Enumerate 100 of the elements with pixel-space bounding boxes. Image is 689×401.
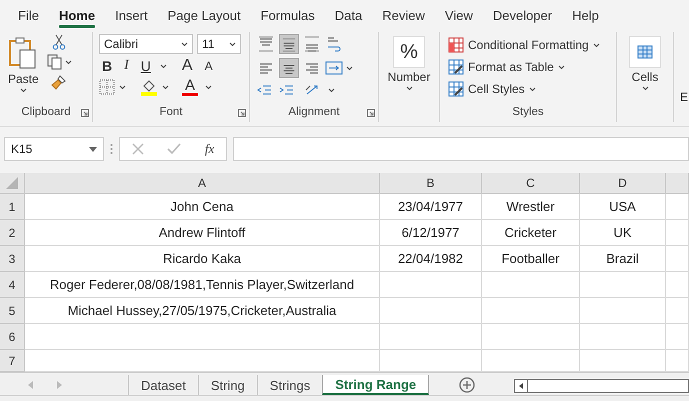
vertical-align-button[interactable] [256,34,276,54]
row-header[interactable]: 3 [0,246,25,272]
table-cell: Andrew Flintoff [25,220,380,246]
ribbon-tab[interactable]: Insert [105,0,158,30]
table-cell [666,298,689,324]
shrink-font-button[interactable]: A [202,59,216,73]
column-header[interactable]: A [25,173,380,194]
table-cell: Ricardo Kaka [25,246,380,272]
group-label: Clipboard [20,106,72,120]
ribbon-tab[interactable]: View [434,0,483,30]
row-header[interactable]: 5 [0,298,25,324]
align-lines-icon [304,36,320,52]
font-name-dropdown[interactable]: Calibri [99,34,193,54]
column-header[interactable]: B [380,173,482,194]
grip-icon [110,143,113,155]
caret-icon [592,42,600,48]
checkmark-icon[interactable] [167,143,182,155]
copy-icon[interactable] [46,54,63,70]
table-cell: Brazil [580,246,666,272]
ribbon-tab[interactable]: File [8,0,49,30]
scissors-icon[interactable] [52,34,66,50]
horizontal-align-button[interactable] [279,58,299,78]
conditional-format-icon [448,37,464,53]
table-cell [666,194,689,220]
row-header[interactable]: 4 [0,272,25,298]
ribbon-tab[interactable]: Formulas [250,0,325,30]
ribbon-tab[interactable]: Developer [482,0,562,30]
dialog-launcher-icon[interactable] [81,109,89,117]
caret-icon [160,64,167,68]
grow-font-button[interactable]: A [178,59,196,73]
clipboard-icon [8,36,38,70]
italic-button[interactable]: I [121,59,132,73]
vertical-align-button[interactable] [279,34,299,54]
sheet-tab[interactable]: String Range [322,375,430,395]
table-format-icon [448,59,464,75]
formula-input[interactable] [233,137,689,161]
caret-icon [528,86,536,92]
cells-icon [636,43,654,61]
caret-icon [181,42,188,46]
caret-icon [119,84,126,90]
table-cell: UK [580,220,666,246]
bold-button[interactable]: B [99,59,116,73]
table-cell: 23/04/1977 [380,194,482,220]
table-cell [666,324,689,350]
styles-menu-button[interactable]: Cell Styles [446,78,538,100]
dialog-launcher-icon[interactable] [367,109,375,117]
column-header[interactable]: C [482,173,580,194]
name-box[interactable]: K15 [4,137,104,161]
table-cell: Wrestler [482,194,580,220]
dialog-launcher-icon[interactable] [238,109,246,117]
ribbon-tab[interactable]: Help [562,0,609,30]
table-cell: USA [580,194,666,220]
ribbon-tab[interactable]: Home [48,0,106,30]
group-label: Alignment [287,106,341,120]
table-cell: Roger Federer,08/08/1981,Tennis Player,Switzerland [25,272,380,298]
table-cell: Cricketer [482,220,580,246]
number-format-button[interactable]: % Number [386,34,432,93]
row-header[interactable]: 7 [0,350,25,372]
table-cell [666,220,689,246]
font-color-button[interactable]: A [179,78,201,96]
dropdown-icon [89,146,97,152]
underline-button[interactable]: U [138,59,154,73]
align-lines-icon [258,36,274,52]
styles-menu-button[interactable]: Conditional Formatting [446,34,602,56]
merge-cells-icon[interactable] [325,60,343,76]
paste-button[interactable]: Paste [6,34,41,95]
paintbrush-icon[interactable] [51,74,68,90]
horizontal-scrollbar[interactable] [514,379,689,393]
table-cell [666,272,689,298]
borders-icon[interactable] [99,79,115,95]
align-lines-icon [282,37,296,53]
cells-button[interactable]: Cells [627,34,663,93]
table-cell: Michael Hussey,27/05/1975,Cricketer,Australia [25,298,380,324]
ribbon-tab[interactable]: Page Layout [158,0,251,30]
caret-icon [64,60,72,64]
caret-icon [558,64,565,70]
cell-style-icon [448,81,464,97]
table-cell: John Cena [25,194,380,220]
group-label: Font [158,106,184,120]
caret-icon [205,84,212,90]
font-size-dropdown[interactable]: 11 [197,34,241,54]
group-label: Styles [511,106,545,120]
fill-color-icon[interactable] [140,78,158,96]
caret-icon [328,88,335,92]
vertical-align-button[interactable] [302,34,322,54]
editing-button[interactable]: E [674,30,688,126]
ribbon-tab[interactable]: Review [372,0,435,30]
insert-function-button[interactable]: fx [204,141,214,157]
row-header[interactable]: 6 [0,324,25,350]
caret-icon [20,88,27,93]
styles-menu-button[interactable]: Format as Table [446,56,567,78]
table-cell: 6/12/1977 [380,220,482,246]
row-header[interactable]: 2 [0,220,25,246]
add-sheet-icon[interactable] [459,377,476,393]
ribbon-tab[interactable]: Data [324,0,372,30]
row-header[interactable]: 1 [0,194,25,220]
caret-icon [642,86,648,91]
table-cell [666,246,689,272]
column-header[interactable]: D [580,173,666,194]
wrap-text-icon[interactable] [325,35,343,53]
